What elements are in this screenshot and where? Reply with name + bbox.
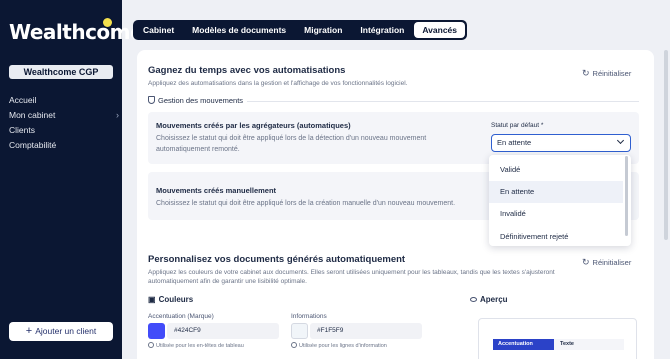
documents-title: Personnalisez vos documents générés auto…: [148, 254, 406, 265]
group-label: Gestion des mouvements: [158, 96, 244, 105]
sidebar-item-accueil[interactable]: Accueil: [9, 94, 119, 109]
info-color-swatch[interactable]: [291, 323, 308, 339]
dropdown-scrollbar[interactable]: [625, 156, 628, 236]
accent-color-label: Accentuation (Marque): [148, 313, 214, 320]
reset-label: Réinitialiser: [592, 258, 632, 267]
logo-dot-icon: [103, 18, 112, 27]
aggregator-title: Mouvements créés par les agrégateurs (au…: [156, 121, 351, 130]
refresh-icon: ↻: [582, 68, 590, 78]
add-client-label: Ajouter un client: [35, 326, 97, 336]
accent-color-swatch[interactable]: [148, 323, 165, 339]
sidebar-item-label: Comptabilité: [9, 140, 57, 150]
sidebar-item-clients[interactable]: Clients: [9, 124, 119, 139]
option-valide[interactable]: Validé: [489, 159, 623, 181]
option-invalide[interactable]: Invalidé: [489, 203, 623, 225]
refresh-icon: ↻: [582, 257, 590, 267]
chevron-down-icon: [616, 136, 625, 145]
sidebar-nav: Accueil Mon cabinet › Clients Comptabilit…: [9, 94, 119, 154]
preview-heading: Aperçu: [470, 295, 508, 304]
info-icon: [148, 342, 154, 348]
info-icon: [291, 342, 297, 348]
tab-cabinet[interactable]: Cabinet: [135, 22, 182, 38]
sidebar-item-label: Accueil: [9, 95, 37, 105]
status-select-label: Statut par défaut *: [491, 122, 544, 129]
palette-icon: ▣: [148, 295, 156, 304]
preview-label: Aperçu: [480, 295, 508, 304]
accent-color-input[interactable]: #424CF9: [167, 323, 279, 339]
group-divider: [247, 101, 639, 102]
tab-avances[interactable]: Avancés: [414, 22, 465, 38]
info-color-input[interactable]: #F1F5F9: [310, 323, 422, 339]
tab-migration[interactable]: Migration: [296, 22, 350, 38]
sidebar-item-label: Mon cabinet: [9, 110, 56, 120]
sidebar-item-mon-cabinet[interactable]: Mon cabinet ›: [9, 109, 119, 124]
shield-icon: [148, 96, 155, 104]
sidebar: Wealthcome Wealthcome CGP Accueil Mon ca…: [0, 0, 144, 359]
hint-text: Utilisée pour les en-têtes de tableau: [156, 343, 244, 349]
info-color-label: Informations: [291, 313, 327, 320]
manual-title: Mouvements créés manuellement: [156, 186, 277, 195]
colors-label: Couleurs: [158, 295, 194, 304]
eye-icon: [470, 297, 477, 302]
manual-desc: Choisissez le statut qui doit être appli…: [156, 200, 456, 207]
plus-icon: +: [25, 325, 33, 337]
sidebar-item-comptabilite[interactable]: Comptabilité: [9, 139, 119, 154]
documents-subtitle-line1: Appliquez les couleurs de votre cabinet …: [148, 269, 555, 276]
documents-subtitle-line2: automatiquement afin de garantir une lis…: [148, 278, 307, 285]
automations-subtitle: Appliquez des automatisations dans la ge…: [148, 80, 408, 87]
documents-reset-button[interactable]: ↻ Réinitialiser: [582, 257, 631, 268]
preview-accent-header: Accentuation: [493, 339, 554, 350]
tab-integration[interactable]: Intégration: [352, 22, 412, 38]
movements-group-header: Gestion des mouvements: [148, 96, 243, 105]
default-status-select[interactable]: En attente: [491, 134, 631, 152]
page-scrollbar[interactable]: [664, 50, 668, 240]
automations-title: Gagnez du temps avec vos automatisations: [148, 65, 346, 76]
add-client-button[interactable]: + Ajouter un client: [9, 322, 113, 341]
select-value: En attente: [497, 138, 532, 147]
option-definitivement-rejete[interactable]: Définitivement rejeté: [489, 226, 623, 246]
sidebar-item-label: Clients: [9, 125, 35, 135]
accent-color-hint: Utilisée pour les en-têtes de tableau: [148, 342, 244, 349]
tab-modeles-de-documents[interactable]: Modèles de documents: [184, 22, 294, 38]
automations-reset-button[interactable]: ↻ Réinitialiser: [582, 68, 631, 79]
aggregator-desc-line2: automatiquement remonté.: [156, 146, 240, 153]
status-dropdown-menu: Validé En attente Invalidé Définitivemen…: [489, 155, 631, 246]
info-color-hint: Utilisée pour les lignes d'information: [291, 342, 387, 349]
app-logo[interactable]: Wealthcome: [9, 20, 144, 44]
reset-label: Réinitialiser: [592, 69, 632, 78]
organization-badge[interactable]: Wealthcome CGP: [9, 65, 113, 79]
colors-heading: ▣ Couleurs: [148, 295, 193, 304]
chevron-right-icon: ›: [116, 110, 119, 120]
option-en-attente[interactable]: En attente: [489, 181, 623, 203]
settings-tabs: Cabinet Modèles de documents Migration I…: [133, 20, 467, 40]
hint-text: Utilisée pour les lignes d'information: [299, 343, 387, 349]
aggregator-desc-line1: Choisissez le statut qui doit être appli…: [156, 135, 427, 142]
preview-text-header: Texte: [554, 339, 624, 350]
